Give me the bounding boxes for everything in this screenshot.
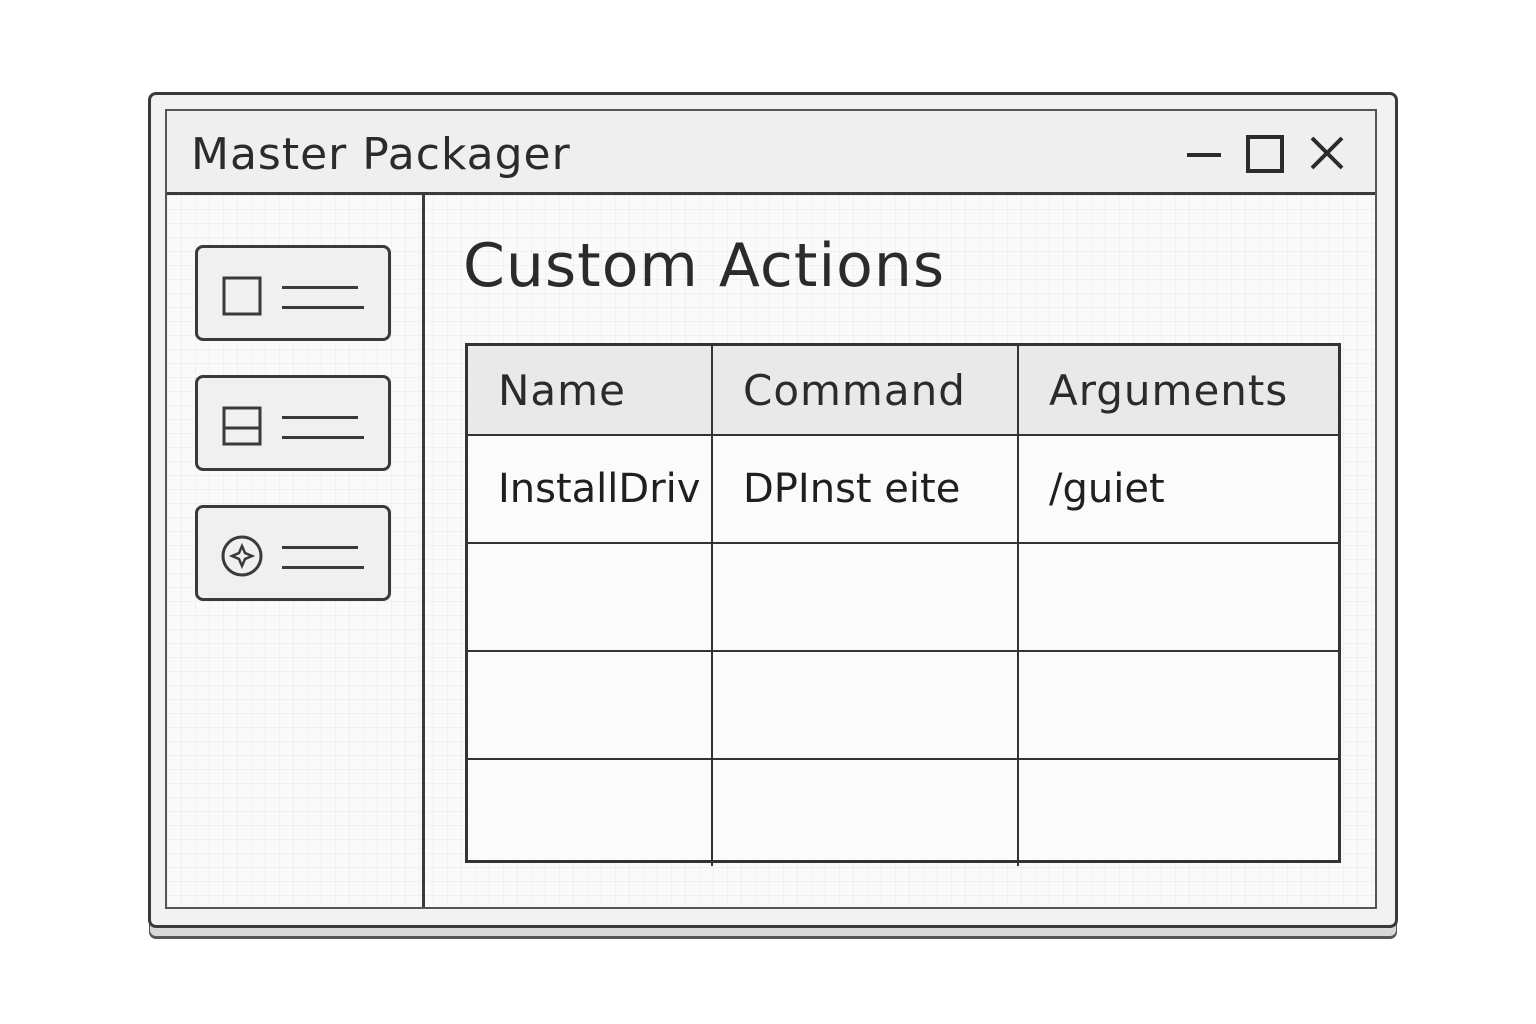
label-lines-icon — [282, 546, 364, 572]
split-box-icon — [222, 406, 262, 446]
cell-arguments[interactable] — [1017, 758, 1338, 866]
table-row[interactable] — [468, 650, 1338, 760]
cell-arguments[interactable] — [1017, 542, 1338, 652]
close-icon — [1310, 136, 1344, 170]
sidebar-item-2[interactable] — [195, 375, 391, 471]
cell-name[interactable] — [468, 650, 713, 760]
custom-actions-table: Name Command Arguments InstallDriv DPIns… — [465, 343, 1341, 866]
cell-arguments[interactable]: /guiet — [1017, 434, 1338, 544]
table-header-row: Name Command Arguments — [468, 346, 1338, 436]
cell-command[interactable]: DPInst eite — [711, 434, 1019, 544]
sidebar-item-1[interactable] — [195, 245, 391, 341]
table-row[interactable] — [468, 758, 1338, 866]
column-header-arguments[interactable]: Arguments — [1017, 346, 1338, 436]
sidebar-item-3[interactable] — [195, 505, 391, 601]
cell-name[interactable]: InstallDriv — [468, 434, 713, 544]
table-row[interactable]: InstallDriv DPInst eite /guiet — [468, 434, 1338, 544]
minimize-button[interactable] — [1185, 133, 1225, 173]
gear-circle-icon — [221, 535, 263, 577]
cell-command[interactable] — [711, 542, 1019, 652]
window-frame: Master Packager Custom Actions Name Comm… — [165, 109, 1377, 909]
column-header-name[interactable]: Name — [468, 346, 713, 436]
column-header-command[interactable]: Command — [711, 346, 1019, 436]
page-title: Custom Actions — [463, 231, 946, 301]
sidebar — [167, 195, 425, 907]
title-bar[interactable]: Master Packager — [167, 111, 1375, 195]
cell-command[interactable] — [711, 650, 1019, 760]
main-panel: Custom Actions Name Command Arguments In… — [425, 195, 1375, 907]
label-lines-icon — [282, 286, 364, 312]
app-window: Master Packager Custom Actions Name Comm… — [148, 92, 1398, 928]
cell-name[interactable] — [468, 758, 713, 866]
maximize-button[interactable] — [1243, 133, 1284, 173]
window-title: Master Packager — [191, 129, 571, 180]
checkbox-icon — [222, 276, 262, 316]
table-row[interactable] — [468, 542, 1338, 652]
cell-name[interactable] — [468, 542, 713, 652]
label-lines-icon — [282, 416, 364, 442]
cell-arguments[interactable] — [1017, 650, 1338, 760]
cell-command[interactable] — [711, 758, 1019, 866]
close-button[interactable] — [1307, 133, 1347, 173]
